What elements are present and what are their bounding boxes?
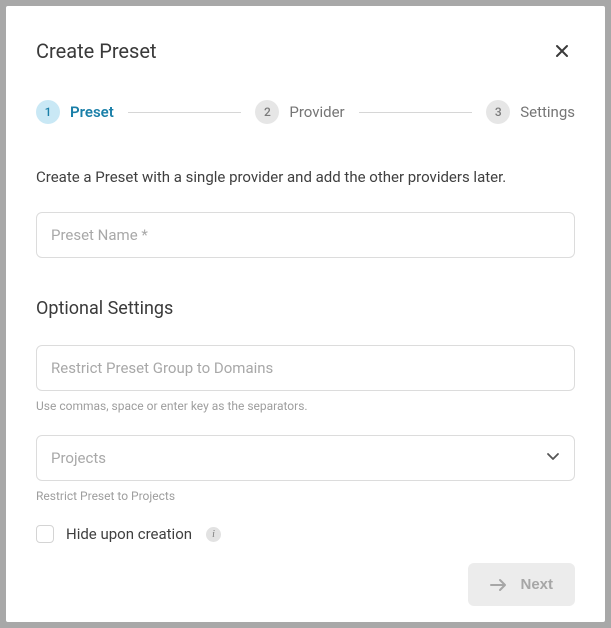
info-icon[interactable]: i bbox=[206, 527, 221, 542]
close-button[interactable] bbox=[549, 38, 575, 64]
stepper: 1 Preset 2 Provider 3 Settings bbox=[36, 100, 575, 124]
step-preset[interactable]: 1 Preset bbox=[36, 100, 114, 124]
projects-hint: Restrict Preset to Projects bbox=[36, 489, 575, 503]
step-label: Settings bbox=[520, 103, 575, 121]
step-number: 3 bbox=[486, 100, 510, 124]
step-number: 2 bbox=[255, 100, 279, 124]
restrict-domains-input[interactable] bbox=[36, 345, 575, 391]
create-preset-modal: Create Preset 1 Preset 2 Provider 3 Sett… bbox=[6, 6, 605, 622]
domains-hint: Use commas, space or enter key as the se… bbox=[36, 399, 575, 413]
optional-settings-heading: Optional Settings bbox=[36, 298, 575, 319]
modal-footer: Next bbox=[36, 543, 575, 606]
step-settings[interactable]: 3 Settings bbox=[486, 100, 575, 124]
step-label: Preset bbox=[70, 103, 114, 121]
step-label: Provider bbox=[289, 103, 344, 121]
projects-select[interactable]: Projects bbox=[36, 435, 575, 481]
arrow-right-icon bbox=[490, 578, 508, 592]
step-number: 1 bbox=[36, 100, 60, 124]
hide-upon-creation-row: Hide upon creation i bbox=[36, 525, 575, 543]
modal-header: Create Preset bbox=[36, 38, 575, 64]
preset-name-input[interactable] bbox=[36, 212, 575, 258]
modal-title: Create Preset bbox=[36, 39, 157, 63]
hide-checkbox-label: Hide upon creation bbox=[66, 525, 192, 543]
description-text: Create a Preset with a single provider a… bbox=[36, 168, 575, 186]
hide-checkbox[interactable] bbox=[36, 525, 54, 543]
next-button-label: Next bbox=[520, 576, 553, 593]
step-divider bbox=[128, 112, 242, 113]
step-divider bbox=[359, 112, 473, 113]
step-provider[interactable]: 2 Provider bbox=[255, 100, 344, 124]
next-button[interactable]: Next bbox=[468, 563, 575, 606]
close-icon bbox=[553, 42, 571, 60]
projects-select-wrap: Projects bbox=[36, 435, 575, 481]
